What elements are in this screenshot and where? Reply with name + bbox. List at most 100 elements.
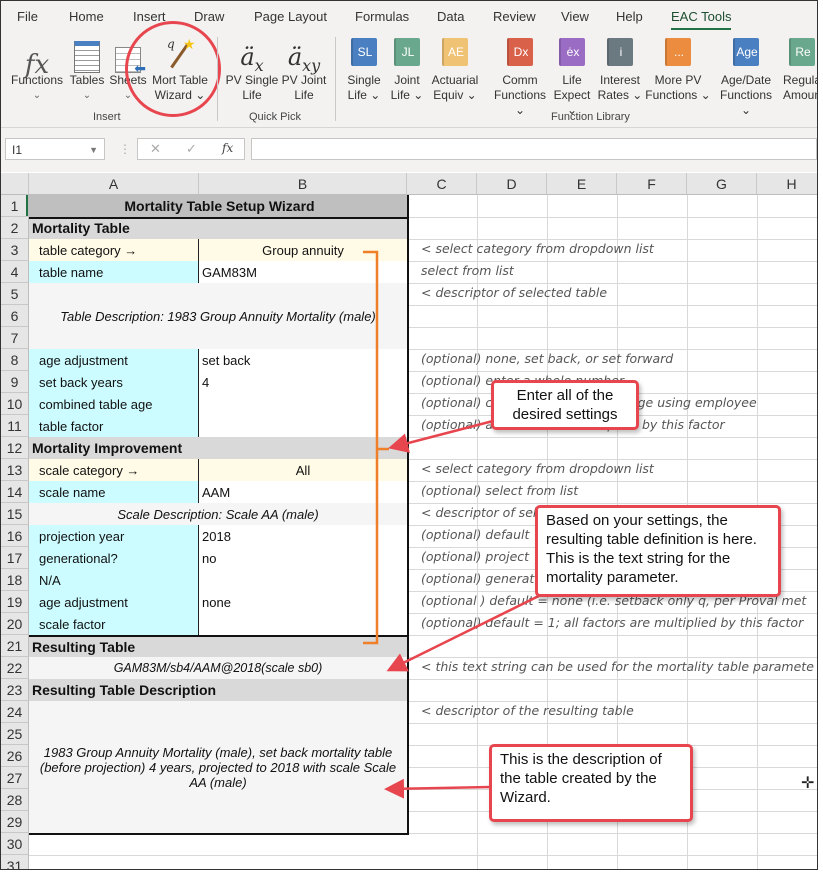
- generational-input[interactable]: no: [199, 547, 407, 569]
- row-header-13[interactable]: 13: [1, 459, 29, 481]
- row-header-20[interactable]: 20: [1, 613, 29, 635]
- set-back-years-input[interactable]: 4: [199, 371, 407, 393]
- pv-joint-life-button[interactable]: äxy PV Joint Life: [279, 31, 329, 103]
- column-header-c[interactable]: C: [407, 173, 477, 195]
- ribbon-button-single[interactable]: SL Single Life ⌄: [343, 31, 385, 103]
- row-header-6[interactable]: 6: [1, 305, 29, 327]
- tab-draw[interactable]: Draw: [194, 9, 224, 24]
- book-age-icon: Age: [733, 38, 759, 66]
- scale-category-select[interactable]: All: [199, 459, 407, 481]
- na-input[interactable]: [199, 569, 407, 591]
- scale-name-input[interactable]: AAM: [199, 481, 407, 503]
- row-header-5[interactable]: 5: [1, 283, 29, 305]
- row-header-18[interactable]: 18: [1, 569, 29, 591]
- pv-single-label: PV Single: [225, 73, 279, 87]
- row-header-29[interactable]: 29: [1, 811, 29, 833]
- row-header-10[interactable]: 10: [1, 393, 29, 415]
- tab-review[interactable]: Review: [493, 9, 536, 24]
- tab-home[interactable]: Home: [69, 9, 104, 24]
- row-header-8[interactable]: 8: [1, 349, 29, 371]
- cancel-icon[interactable]: ✕: [150, 141, 161, 157]
- button-label-line2: Functions ⌄: [493, 88, 547, 117]
- pv-single-life-button[interactable]: äx PV Single Life: [225, 31, 279, 103]
- select-all-corner[interactable]: [1, 173, 29, 195]
- section-resulting-description: Resulting Table Description: [29, 679, 407, 701]
- row-header-11[interactable]: 11: [1, 415, 29, 437]
- row-header-31[interactable]: 31: [1, 855, 29, 869]
- resulting-table-string[interactable]: GAM83M/sb4/AAM@2018(scale sb0): [29, 657, 407, 679]
- column-header-e[interactable]: E: [547, 173, 617, 195]
- table-factor-input[interactable]: [199, 415, 407, 437]
- tables-button[interactable]: Tables ⌄: [69, 31, 105, 103]
- scale-age-adjustment-input[interactable]: none: [199, 591, 407, 613]
- table-category-select[interactable]: Group annuity: [199, 239, 407, 261]
- row-header-7[interactable]: 7: [1, 327, 29, 349]
- column-header-b[interactable]: B: [199, 173, 407, 195]
- note-row-3: < select category from dropdown list: [421, 241, 654, 256]
- row-header-30[interactable]: 30: [1, 833, 29, 855]
- column-header-f[interactable]: F: [617, 173, 687, 195]
- tab-view[interactable]: View: [561, 9, 589, 24]
- row-header-2[interactable]: 2: [1, 217, 29, 239]
- ribbon-button-comm[interactable]: Dx Comm Functions ⌄: [489, 31, 551, 118]
- note-row-18: (optional) generat: [421, 571, 535, 586]
- row-header-3[interactable]: 3: [1, 239, 29, 261]
- row-header-21[interactable]: 21: [1, 635, 29, 657]
- column-header-g[interactable]: G: [687, 173, 757, 195]
- scale-age-adjustment-label: age adjustment: [29, 591, 199, 613]
- column-header-a[interactable]: A: [29, 173, 199, 195]
- tab-eac-tools[interactable]: EAC Tools: [671, 9, 732, 30]
- functions-button[interactable]: fx Functions ⌄: [7, 31, 67, 103]
- na-label: N/A: [29, 569, 199, 591]
- combined-table-age-input[interactable]: [199, 393, 407, 415]
- ribbon-button-joint[interactable]: JL Joint Life ⌄: [389, 31, 425, 103]
- set-back-years-label: set back years: [29, 371, 199, 393]
- row-header-14[interactable]: 14: [1, 481, 29, 503]
- book-re-icon: Re: [789, 38, 815, 66]
- button-label-line2: Amoun: [782, 88, 818, 102]
- button-label-line1: Age/Date: [720, 73, 772, 87]
- ribbon-button-life[interactable]: ėx Life Expect ⌄: [549, 31, 595, 118]
- scale-factor-input[interactable]: [199, 613, 407, 635]
- row-header-25[interactable]: 25: [1, 723, 29, 745]
- tab-formulas[interactable]: Formulas: [355, 9, 409, 24]
- age-adjustment-input[interactable]: set back: [199, 349, 407, 371]
- name-box[interactable]: I1 ▼: [5, 138, 105, 160]
- table-name-input[interactable]: GAM83M: [199, 261, 407, 283]
- row-header-16[interactable]: 16: [1, 525, 29, 547]
- scale-name-label: scale name: [29, 481, 199, 503]
- row-header-15[interactable]: 15: [1, 503, 29, 525]
- column-header-h[interactable]: H: [757, 173, 817, 195]
- row-header-22[interactable]: 22: [1, 657, 29, 679]
- projection-year-input[interactable]: 2018: [199, 525, 407, 547]
- row-header-17[interactable]: 17: [1, 547, 29, 569]
- enter-check-icon[interactable]: ✓: [186, 141, 197, 157]
- row-header-4[interactable]: 4: [1, 261, 29, 283]
- row-header-1[interactable]: 1: [1, 195, 29, 217]
- row-header-19[interactable]: 19: [1, 591, 29, 613]
- button-label-line1: Interest: [599, 73, 641, 87]
- tab-file[interactable]: File: [17, 9, 38, 24]
- table-grid-icon: [74, 41, 100, 73]
- row-header-27[interactable]: 27: [1, 767, 29, 789]
- row-header-9[interactable]: 9: [1, 371, 29, 393]
- tab-page-layout[interactable]: Page Layout: [254, 9, 327, 24]
- ribbon-button-actuarial[interactable]: AE Actuarial Equiv ⌄: [425, 31, 485, 103]
- splitter-dots-icon[interactable]: ⋮: [119, 142, 131, 156]
- row-header-24[interactable]: 24: [1, 701, 29, 723]
- column-header-d[interactable]: D: [477, 173, 547, 195]
- ribbon-button-interest[interactable]: i Interest Rates ⌄: [595, 31, 645, 103]
- formula-input[interactable]: [251, 138, 817, 160]
- row-header-23[interactable]: 23: [1, 679, 29, 701]
- row-header-26[interactable]: 26: [1, 745, 29, 767]
- ribbon-button-age-date[interactable]: Age Age/Date Functions ⌄: [715, 31, 777, 118]
- ribbon-button-more-pv[interactable]: ... More PV Functions ⌄: [645, 31, 711, 103]
- row-header-28[interactable]: 28: [1, 789, 29, 811]
- book-xx-icon: ėx: [559, 38, 585, 66]
- insert-function-icon[interactable]: fx: [222, 141, 233, 155]
- book-dx-icon: Dx: [507, 38, 533, 66]
- row-header-12[interactable]: 12: [1, 437, 29, 459]
- ribbon-button-regula[interactable]: Re Regula Amoun: [777, 31, 818, 103]
- tab-help[interactable]: Help: [616, 9, 643, 24]
- tab-data[interactable]: Data: [437, 9, 464, 24]
